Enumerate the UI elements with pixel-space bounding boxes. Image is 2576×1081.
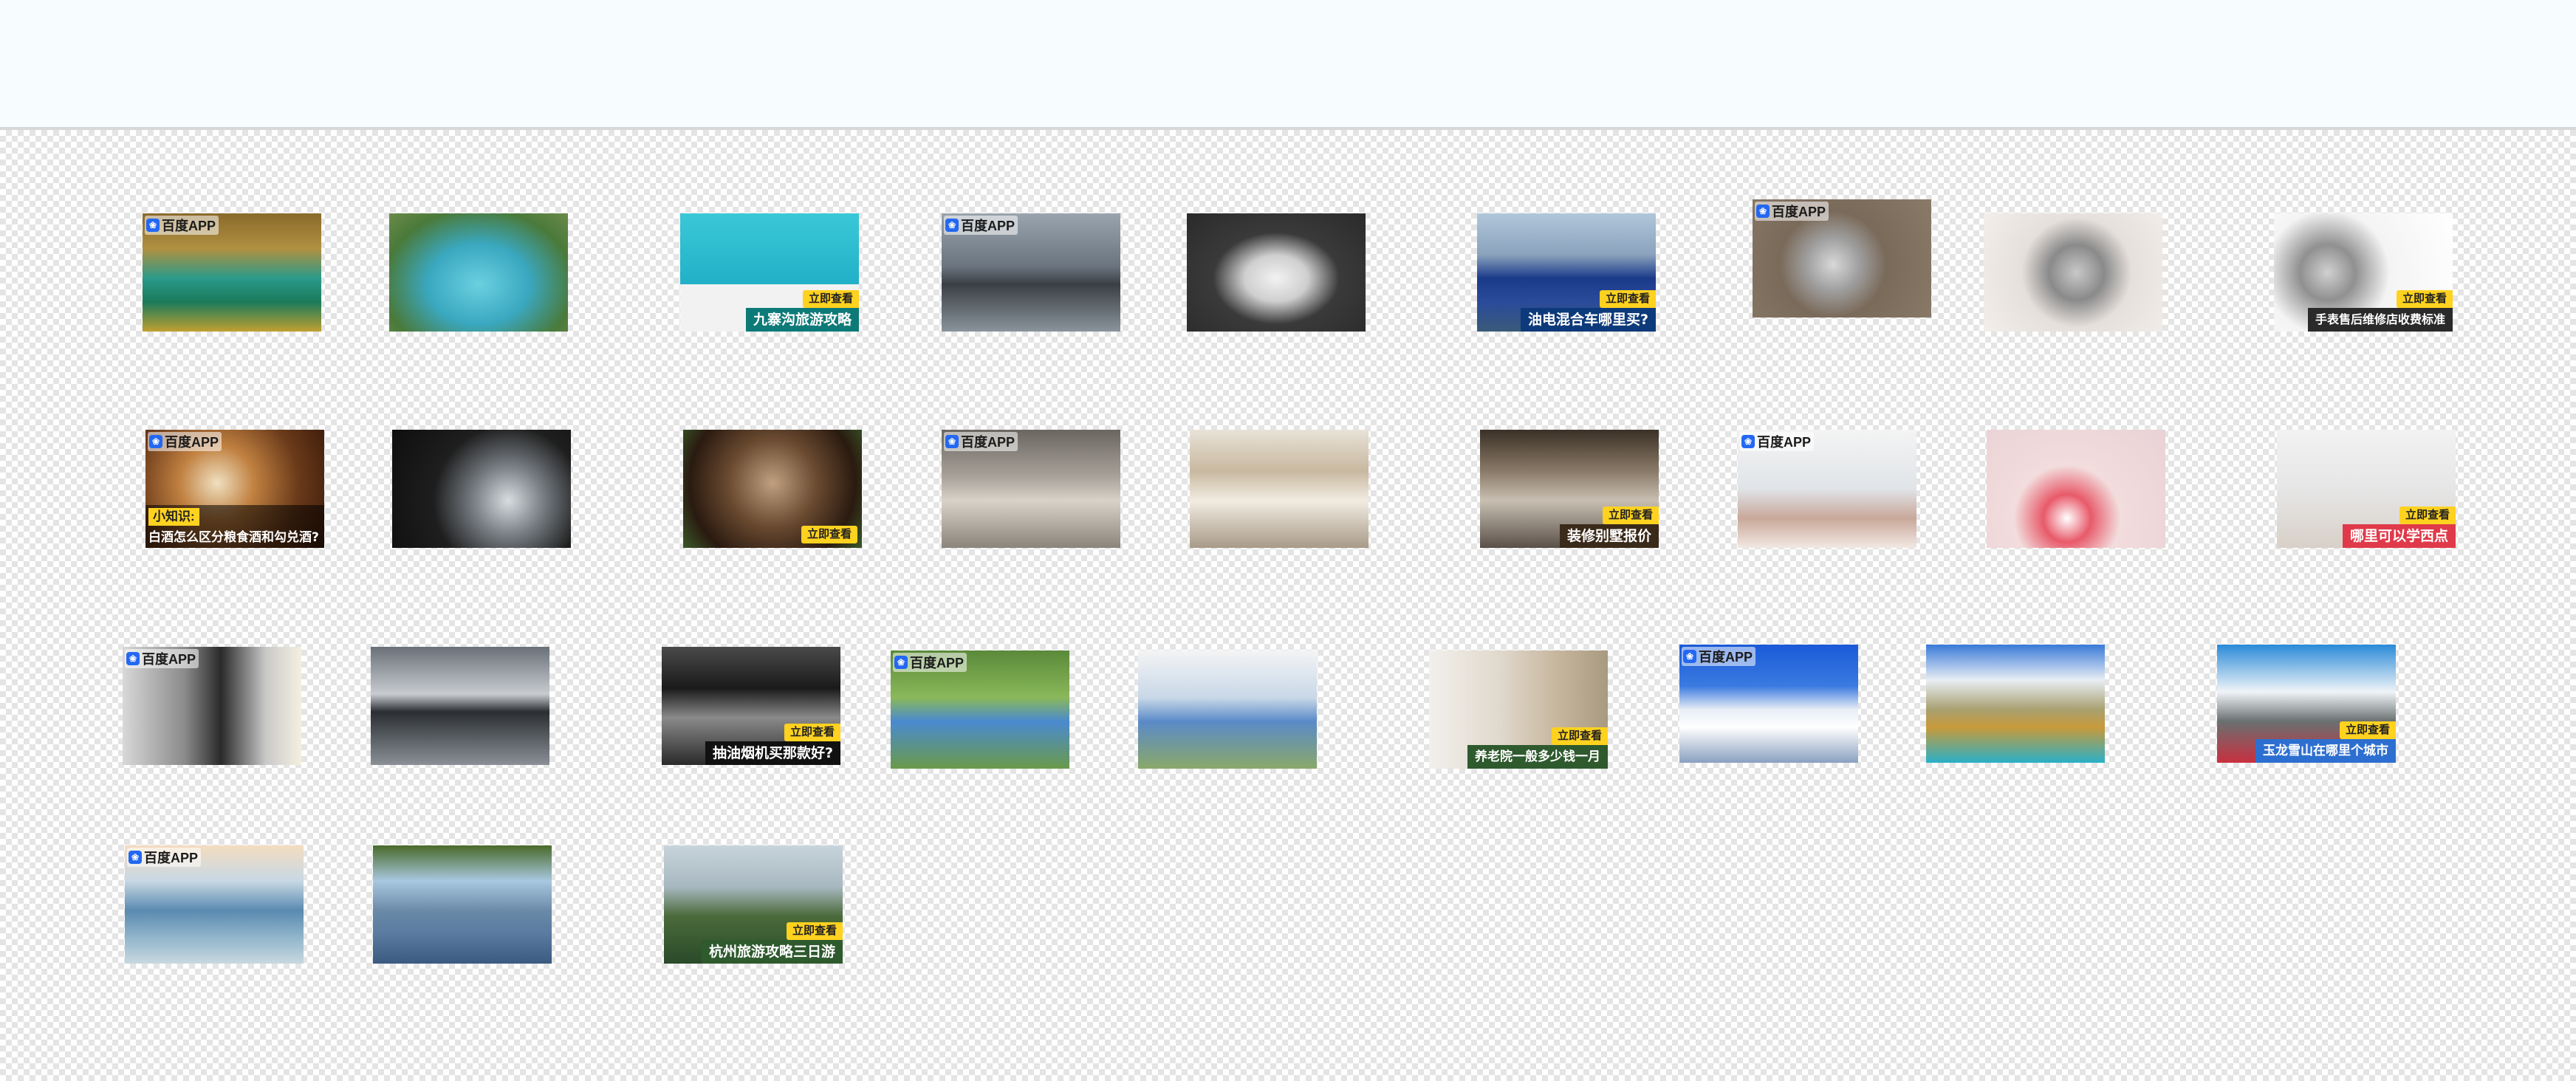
badge-text: 百度APP xyxy=(165,435,219,450)
thumb-villa-price[interactable]: 立即查看 装修别墅报价 xyxy=(1480,430,1659,548)
baidu-paw-icon: ❀ xyxy=(149,435,162,448)
baidu-paw-icon: ❀ xyxy=(945,435,959,448)
photo xyxy=(1926,645,2105,763)
baidu-app-badge: ❀ 百度APP xyxy=(944,216,1018,235)
thumb-watch-service[interactable]: 立即查看 手表售后维修店收费标准 xyxy=(2274,213,2453,332)
thumb-liquor-tip-app[interactable]: ❀ 百度APP 小知识: 白酒怎么区分粮食酒和勾兑酒? xyxy=(145,430,324,548)
thumb-snow-mountain-city[interactable]: 立即查看 玉龙雪山在哪里个城市 xyxy=(2217,645,2396,763)
baidu-app-badge: ❀ 百度APP xyxy=(125,649,199,668)
thumb-villa-hall[interactable] xyxy=(1190,430,1368,548)
photo xyxy=(1187,213,1366,332)
thumb-jiuzhaigou-lake-app[interactable]: ❀ 百度APP xyxy=(143,213,321,332)
view-now-button[interactable]: 立即查看 xyxy=(784,724,840,741)
caption: 装修别墅报价 xyxy=(1559,524,1659,548)
thumb-nursing-home-price[interactable]: 立即查看 养老院一般多少钱一月 xyxy=(1429,651,1608,769)
tip-question: 白酒怎么区分粮食酒和勾兑酒? xyxy=(148,530,319,545)
baidu-paw-icon: ❀ xyxy=(1741,435,1755,448)
thumb-range-hood-steel[interactable] xyxy=(371,647,549,765)
thumb-range-hood-buy[interactable]: 立即查看 抽油烟机买那款好? xyxy=(662,647,840,765)
photo xyxy=(1987,430,2165,548)
top-toolbar xyxy=(0,0,2576,130)
badge-text: 百度APP xyxy=(1757,435,1812,450)
badge-text: 百度APP xyxy=(144,851,199,865)
thumb-hangzhou-pavilion[interactable] xyxy=(373,845,552,964)
baidu-paw-icon: ❀ xyxy=(894,656,908,669)
photo xyxy=(389,213,568,332)
view-now-button[interactable]: 立即查看 xyxy=(1602,507,1659,524)
thumb-car-white-suv[interactable] xyxy=(1187,213,1366,332)
baidu-app-badge: ❀ 百度APP xyxy=(893,653,967,672)
photo xyxy=(1190,430,1368,548)
photo xyxy=(371,647,549,765)
thumb-villa-living-app[interactable]: ❀ 百度APP xyxy=(942,430,1120,548)
badge-text: 百度APP xyxy=(162,219,216,233)
baidu-app-badge: ❀ 百度APP xyxy=(127,848,202,867)
thumb-snow-mountain-lake[interactable] xyxy=(1926,645,2105,763)
baidu-paw-icon: ❀ xyxy=(945,219,959,232)
view-now-button[interactable]: 立即查看 xyxy=(2339,721,2396,739)
baidu-paw-icon: ❀ xyxy=(126,652,140,665)
badge-text: 百度APP xyxy=(142,652,196,667)
thumb-hangzhou-trip[interactable]: 立即查看 杭州旅游攻略三日游 xyxy=(664,845,843,964)
thumb-car-offroad-app[interactable]: ❀ 百度APP xyxy=(942,213,1120,332)
badge-text: 百度APP xyxy=(1772,205,1826,219)
caption: 养老院一般多少钱一月 xyxy=(1467,745,1608,769)
caption: 油电混合车哪里买? xyxy=(1520,308,1656,332)
photo xyxy=(1138,651,1317,769)
view-now-button[interactable]: 立即查看 xyxy=(801,526,857,543)
caption: 抽油烟机买那款好? xyxy=(705,741,840,765)
photo xyxy=(1984,213,2162,332)
thumb-watch-repair-app[interactable]: ❀ 百度APP xyxy=(1753,199,1931,318)
baidu-app-badge: ❀ 百度APP xyxy=(1755,202,1829,221)
badge-text: 百度APP xyxy=(1699,650,1753,665)
baidu-app-badge: ❀ 百度APP xyxy=(145,216,219,235)
caption: 手表售后维修店收费标准 xyxy=(2307,308,2453,332)
baidu-paw-icon: ❀ xyxy=(129,851,142,864)
photo xyxy=(373,845,552,964)
thumb-pastry-cake[interactable] xyxy=(1987,430,2165,548)
thumb-car-blue-hybrid[interactable]: 立即查看 油电混合车哪里买? xyxy=(1477,213,1656,332)
view-now-button[interactable]: 立即查看 xyxy=(1551,727,1608,745)
baidu-paw-icon: ❀ xyxy=(146,219,160,232)
caption: 九寨沟旅游攻略 xyxy=(745,308,859,332)
thumb-jiuzhaigou-terraces[interactable] xyxy=(389,213,568,332)
tip-label: 小知识: xyxy=(148,508,199,526)
thumb-elder-wheelchair[interactable] xyxy=(1138,651,1317,769)
baidu-paw-icon: ❀ xyxy=(1683,650,1696,663)
thumb-snow-mountain-app[interactable]: ❀ 百度APP xyxy=(1679,645,1858,763)
thumb-liquor-teapot[interactable] xyxy=(392,430,571,548)
thumb-elder-care-app[interactable]: ❀ 百度APP xyxy=(891,651,1069,769)
thumb-range-hood-app[interactable]: ❀ 百度APP xyxy=(123,647,301,765)
thumb-pastry-learn[interactable]: 立即查看 哪里可以学西点 xyxy=(2277,430,2456,548)
caption: 哪里可以学西点 xyxy=(2342,524,2456,548)
thumb-pastry-class-app[interactable]: ❀ 百度APP xyxy=(1738,430,1916,548)
baidu-app-badge: ❀ 百度APP xyxy=(944,432,1018,451)
thumb-hangzhou-pagoda-app[interactable]: ❀ 百度APP xyxy=(125,845,304,964)
photo xyxy=(392,430,571,548)
caption: 杭州旅游攻略三日游 xyxy=(701,940,843,964)
badge-text: 百度APP xyxy=(910,656,965,670)
baidu-app-badge: ❀ 百度APP xyxy=(1740,432,1815,451)
badge-text: 百度APP xyxy=(961,219,1015,233)
view-now-button[interactable]: 立即查看 xyxy=(2399,507,2456,524)
baidu-paw-icon: ❀ xyxy=(1756,205,1770,218)
baidu-app-badge: ❀ 百度APP xyxy=(1682,647,1756,666)
caption: 玉龙雪山在哪里个城市 xyxy=(2255,739,2396,763)
view-now-button[interactable]: 立即查看 xyxy=(786,922,843,940)
badge-text: 百度APP xyxy=(961,435,1015,450)
view-now-button[interactable]: 立即查看 xyxy=(2396,290,2453,308)
baidu-app-badge: ❀ 百度APP xyxy=(148,432,222,451)
thumb-jiuzhaigou-guide[interactable]: 立即查看 九寨沟旅游攻略 xyxy=(680,213,859,332)
view-now-button[interactable]: 立即查看 xyxy=(802,290,859,308)
thumb-watch-movement[interactable] xyxy=(1984,213,2162,332)
view-now-button[interactable]: 立即查看 xyxy=(1599,290,1656,308)
thumb-liquor-cheers[interactable]: 立即查看 xyxy=(683,430,862,548)
